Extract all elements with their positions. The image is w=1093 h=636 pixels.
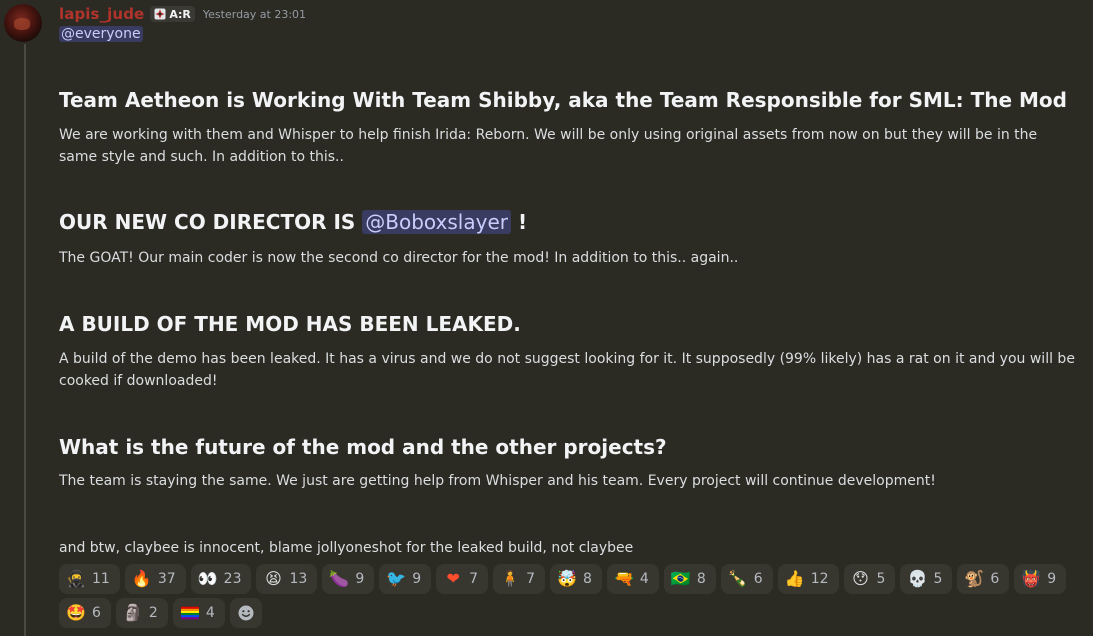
fire-icon: 🔥 xyxy=(131,569,152,588)
reaction-skull[interactable]: 💀 5 xyxy=(900,564,953,594)
reaction-count: 4 xyxy=(205,605,215,621)
reaction-exploding-head[interactable]: 🤯 8 xyxy=(550,564,602,594)
reaction-star-struck[interactable]: 🤩 6 xyxy=(59,598,111,628)
section-1-heading: Team Aetheon is Working With Team Shibby… xyxy=(59,88,1067,112)
ninja-icon: 🥷 xyxy=(66,569,86,588)
section-2-body: The GOAT! Our main coder is now the seco… xyxy=(59,250,739,266)
reaction-count: 5 xyxy=(933,571,943,587)
eyes-icon: 👀 xyxy=(197,569,218,588)
reaction-thumbs-up[interactable]: 👍 12 xyxy=(777,564,839,594)
boboxslayer-mention[interactable]: @Boboxslayer xyxy=(362,210,511,234)
message-header: lapis_jude A:R Yesterday at 23:01 xyxy=(59,4,306,24)
custom-bottle-icon: 🍾 xyxy=(727,569,748,588)
hushed-face-icon: 😯 xyxy=(852,569,869,588)
section-2: OUR NEW CO DIRECTOR IS @Boboxslayer ! Th… xyxy=(59,209,1079,269)
reaction-count: 13 xyxy=(289,571,308,587)
custom-bird-icon: 🐦 xyxy=(386,569,407,588)
section-1-body: We are working with them and Whisper to … xyxy=(59,127,1038,165)
reaction-count: 4 xyxy=(639,571,649,587)
section-2-heading-prefix: OUR NEW CO DIRECTOR IS xyxy=(59,210,356,234)
everyone-mention-line: @everyone xyxy=(59,24,143,44)
reaction-count: 6 xyxy=(753,571,763,587)
exploding-head-icon: 🤯 xyxy=(557,569,577,588)
skull-icon: 💀 xyxy=(907,569,928,588)
reaction-count: 2 xyxy=(148,605,158,621)
reaction-count: 5 xyxy=(876,571,886,587)
role-tag-label: A:R xyxy=(169,7,191,21)
custom-red-face-icon: 👹 xyxy=(1021,569,1042,588)
reaction-flag-brazil[interactable]: 🇧🇷 8 xyxy=(663,564,716,594)
message: lapis_jude A:R Yesterday at 23:01 @every… xyxy=(0,0,1093,636)
section-4: What is the future of the mod and the ot… xyxy=(59,434,1079,492)
thread-line xyxy=(24,44,26,636)
reaction-count: 9 xyxy=(355,571,365,587)
reaction-custom-monkey[interactable]: 🐒 6 xyxy=(957,564,1010,594)
reaction-count: 8 xyxy=(583,571,592,587)
eggplant-icon: 🍆 xyxy=(329,569,350,588)
reaction-count: 9 xyxy=(1047,571,1057,587)
reaction-count: 9 xyxy=(412,571,422,587)
reaction-eggplant[interactable]: 🍆 9 xyxy=(322,564,375,594)
star-struck-icon: 🤩 xyxy=(66,603,86,622)
reaction-custom-bird[interactable]: 🐦 9 xyxy=(379,564,432,594)
reaction-count: 7 xyxy=(469,571,479,587)
reaction-custom-figure[interactable]: 🧍 7 xyxy=(493,564,545,594)
section-1: Team Aetheon is Working With Team Shibby… xyxy=(59,87,1079,168)
reaction-ninja[interactable]: 🥷 11 xyxy=(59,564,120,594)
reaction-custom-red-face[interactable]: 👹 9 xyxy=(1014,564,1067,594)
reaction-count: 23 xyxy=(223,571,242,587)
reaction-heart-on-fire[interactable]: ❤ 7 xyxy=(436,564,489,594)
role-tag[interactable]: A:R xyxy=(150,6,195,22)
add-reaction-button[interactable] xyxy=(229,598,262,628)
reaction-eyes[interactable]: 👀 23 xyxy=(190,564,252,594)
tired-face-icon: 😫 xyxy=(265,569,282,588)
reaction-count: 6 xyxy=(92,605,101,621)
thumbs-up-icon: 👍 xyxy=(784,569,805,588)
rainbow-flag-icon xyxy=(180,604,199,622)
section-3-body: A build of the demo has been leaked. It … xyxy=(59,351,1075,389)
username[interactable]: lapis_jude xyxy=(59,5,144,23)
section-3: A BUILD OF THE MOD HAS BEEN LEAKED. A bu… xyxy=(59,311,1079,392)
reaction-count: 11 xyxy=(92,571,110,587)
section-2-heading-suffix: ! xyxy=(517,210,528,234)
custom-gun-icon: 🔫 xyxy=(613,569,634,588)
user-avatar[interactable] xyxy=(4,4,42,42)
reaction-custom-bottle[interactable]: 🍾 6 xyxy=(720,564,773,594)
everyone-mention[interactable]: @everyone xyxy=(59,26,143,42)
reaction-count: 7 xyxy=(526,571,535,587)
message-timestamp[interactable]: Yesterday at 23:01 xyxy=(203,8,306,21)
reaction-count: 8 xyxy=(696,571,706,587)
custom-image-icon: 🗿 xyxy=(122,603,143,622)
add-reaction-icon xyxy=(237,604,255,622)
custom-figure-icon: 🧍 xyxy=(500,569,521,588)
heart-on-fire-icon: ❤ xyxy=(446,569,460,588)
reactions-bar: 🥷 11 🔥 37 👀 23 😫 13 🍆 9 🐦 9 ❤ 7 🧍 7 🤯 8 … xyxy=(59,564,1079,628)
reaction-hushed-face[interactable]: 😯 5 xyxy=(843,564,896,594)
flag-brazil-icon: 🇧🇷 xyxy=(670,569,691,588)
section-4-body: The team is staying the same. We just ar… xyxy=(59,473,936,489)
reaction-fire[interactable]: 🔥 37 xyxy=(124,564,186,594)
reaction-count: 12 xyxy=(810,571,829,587)
reaction-count: 6 xyxy=(990,571,1000,587)
reaction-custom-image[interactable]: 🗿 2 xyxy=(115,598,168,628)
section-4-heading: What is the future of the mod and the ot… xyxy=(59,435,667,459)
section-2-heading: OUR NEW CO DIRECTOR IS @Boboxslayer ! xyxy=(59,209,1079,235)
reaction-custom-gun[interactable]: 🔫 4 xyxy=(606,564,659,594)
reaction-rainbow-flag[interactable]: 4 xyxy=(172,598,225,628)
reaction-count: 37 xyxy=(157,571,176,587)
guild-tag-icon xyxy=(154,8,166,20)
footer-text: and btw, claybee is innocent, blame joll… xyxy=(59,540,634,556)
section-3-heading: A BUILD OF THE MOD HAS BEEN LEAKED. xyxy=(59,312,521,336)
custom-monkey-icon: 🐒 xyxy=(964,569,985,588)
reaction-tired-face[interactable]: 😫 13 xyxy=(256,564,318,594)
